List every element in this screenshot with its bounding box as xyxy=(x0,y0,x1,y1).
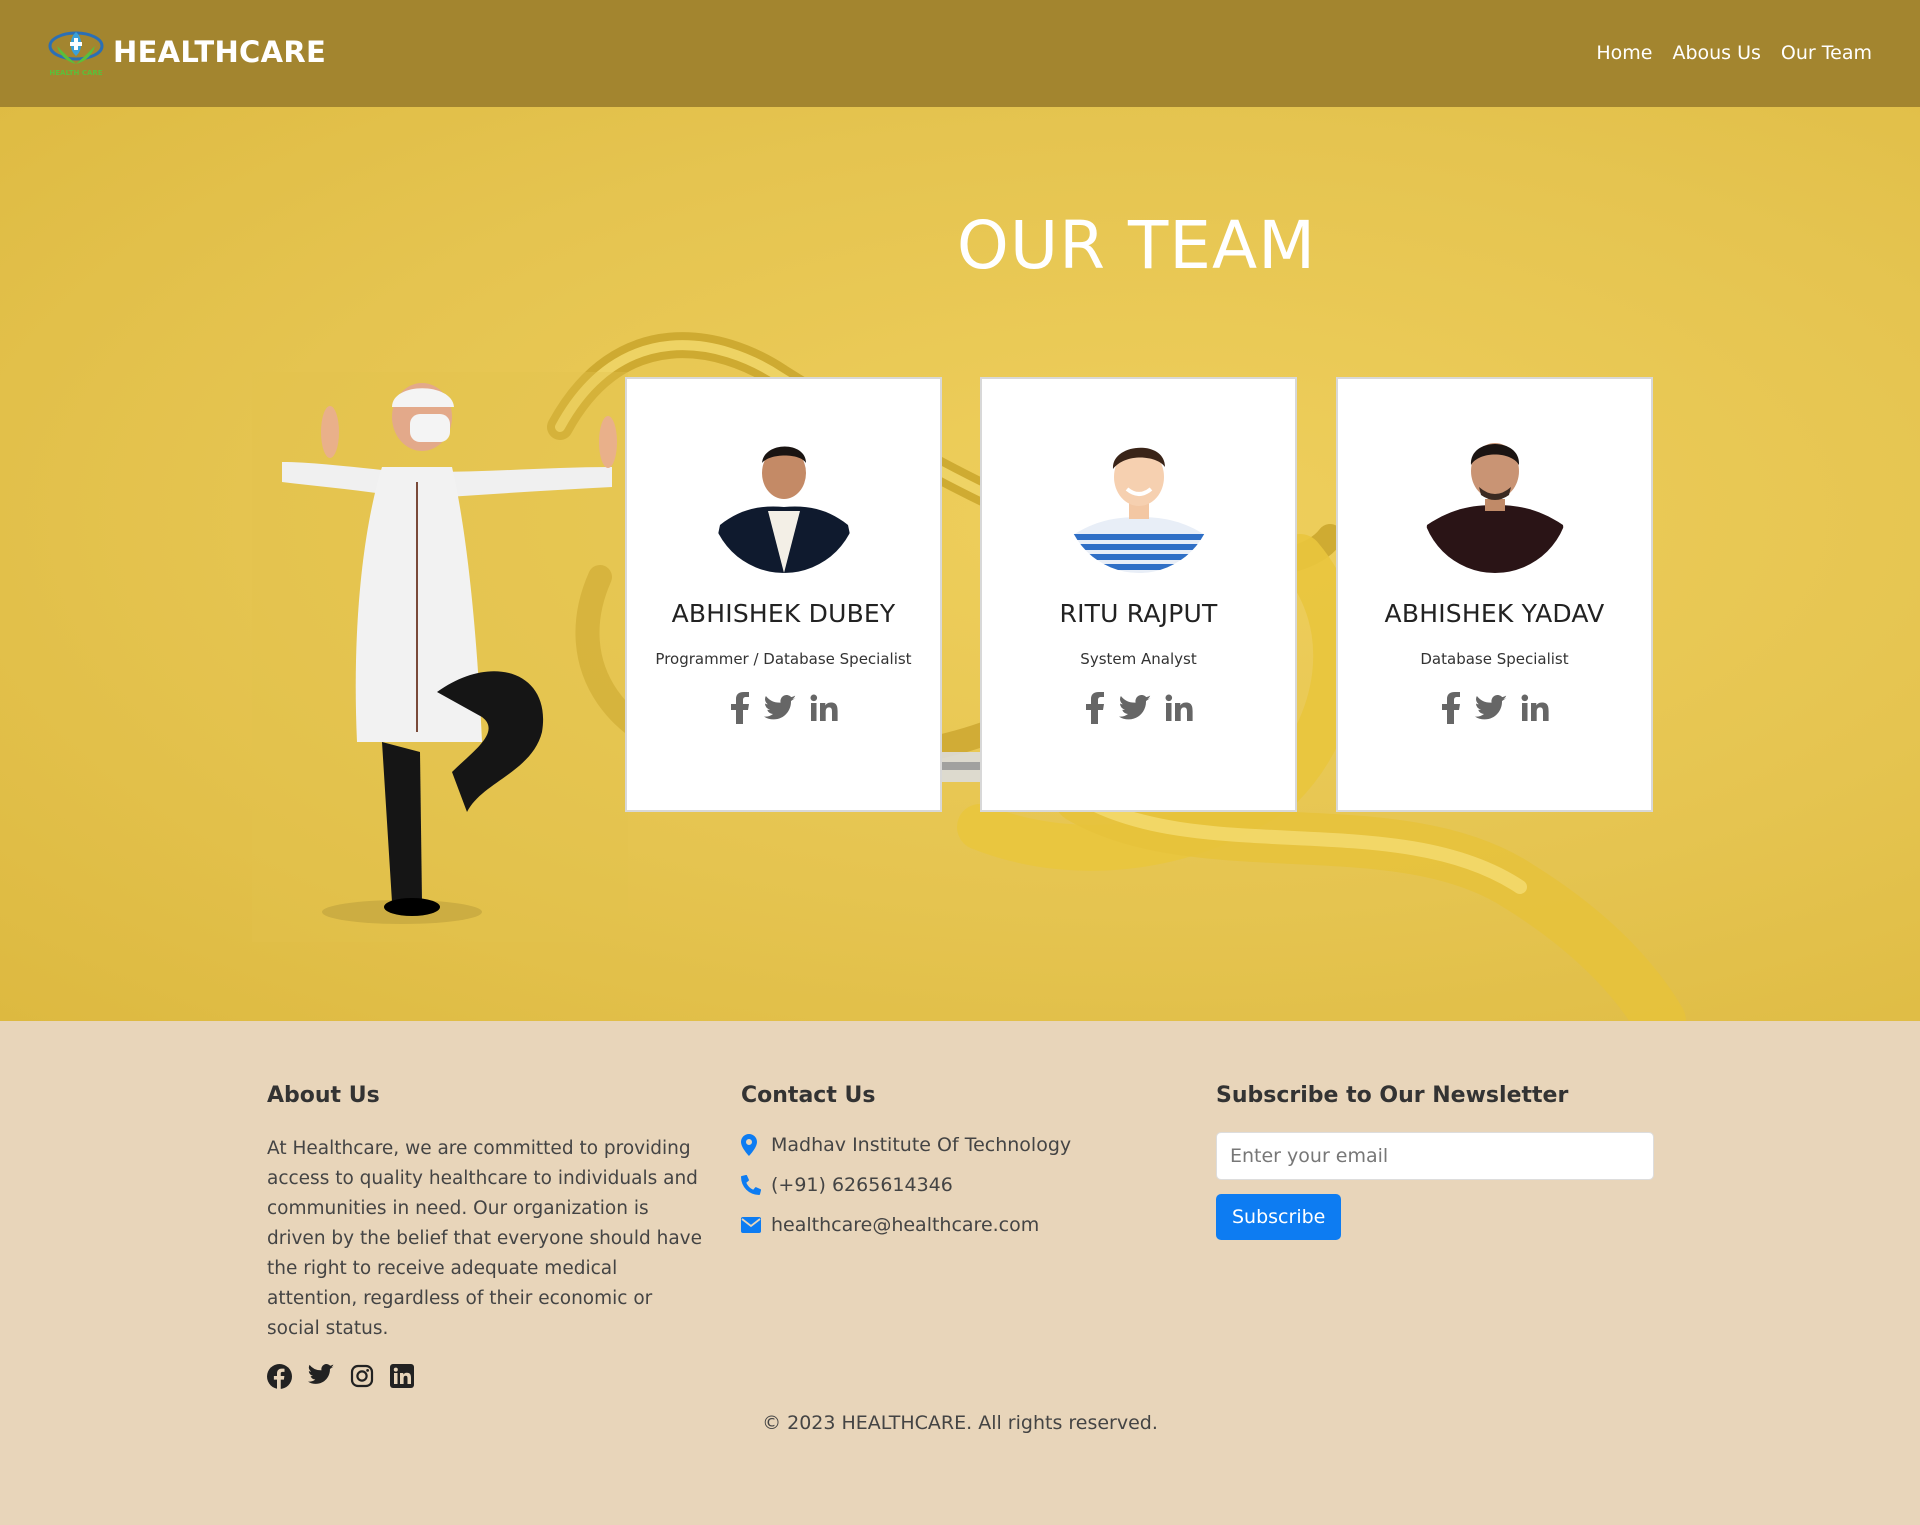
team-card: ABHISHEK DUBEY Programmer / Database Spe… xyxy=(625,377,942,812)
contact-phone: (+91) 6265614346 xyxy=(741,1174,1071,1196)
contact-phone-text[interactable]: (+91) 6265614346 xyxy=(771,1174,953,1196)
footer-newsletter: Subscribe to Our Newsletter Subscribe xyxy=(1216,1083,1654,1240)
member-photo xyxy=(1064,425,1213,573)
member-name: ABHISHEK YADAV xyxy=(1384,599,1605,628)
member-photo xyxy=(709,425,858,573)
linkedin-icon[interactable] xyxy=(810,694,838,722)
member-role: Database Specialist xyxy=(1420,650,1569,668)
contact-email: healthcare@healthcare.com xyxy=(741,1214,1071,1236)
facebook-icon[interactable] xyxy=(1441,692,1461,724)
svg-text:HEALTH CARE: HEALTH CARE xyxy=(49,69,102,77)
linkedin-icon[interactable] xyxy=(390,1364,414,1389)
phone-icon xyxy=(741,1175,771,1195)
footer: About Us At Healthcare, we are committed… xyxy=(0,1021,1920,1525)
nav-links: Home Abous Us Our Team xyxy=(1596,42,1872,64)
healthcare-logo-icon: HEALTH CARE xyxy=(48,31,104,77)
about-text: At Healthcare, we are committed to provi… xyxy=(267,1138,703,1339)
member-photo xyxy=(1420,425,1569,573)
hero-title-text: OUR TEAM xyxy=(956,207,1317,284)
member-role: Programmer / Database Specialist xyxy=(655,650,912,668)
facebook-icon[interactable] xyxy=(267,1364,292,1389)
nav-our-team[interactable]: Our Team xyxy=(1781,42,1872,64)
envelope-icon xyxy=(741,1217,771,1233)
nav-about-us[interactable]: Abous Us xyxy=(1672,42,1760,64)
newsletter-heading: Subscribe to Our Newsletter xyxy=(1216,1083,1569,1108)
twitter-icon[interactable] xyxy=(1118,694,1151,722)
contact-address-text: Madhav Institute Of Technology xyxy=(771,1134,1072,1156)
contact-heading: Contact Us xyxy=(741,1083,876,1108)
newsletter-email-input[interactable] xyxy=(1216,1132,1654,1180)
doctor-dancing-image xyxy=(252,372,628,942)
member-social-links xyxy=(627,690,940,726)
contact-email-text[interactable]: healthcare@healthcare.com xyxy=(771,1214,1039,1236)
instagram-icon[interactable] xyxy=(350,1364,374,1389)
member-role: System Analyst xyxy=(1080,650,1197,668)
linkedin-icon[interactable] xyxy=(1521,694,1549,722)
facebook-icon[interactable] xyxy=(1085,692,1105,724)
contact-address: Madhav Institute Of Technology xyxy=(741,1134,1071,1156)
member-social-links xyxy=(982,690,1295,726)
footer-about: About Us At Healthcare, we are committed… xyxy=(267,1083,707,1389)
twitter-icon[interactable] xyxy=(1474,694,1507,722)
subscribe-button[interactable]: Subscribe xyxy=(1216,1194,1342,1240)
brand[interactable]: HEALTH CARE HEALTHCARE xyxy=(47,24,326,80)
twitter-icon[interactable] xyxy=(308,1364,334,1389)
footer-contact: Contact Us Madhav Institute Of Technolog… xyxy=(741,1083,1071,1236)
facebook-icon[interactable] xyxy=(730,692,750,724)
member-name: RITU RAJPUT xyxy=(1059,599,1218,628)
footer-social-links xyxy=(267,1364,707,1389)
member-social-links xyxy=(1338,690,1651,726)
twitter-icon[interactable] xyxy=(763,694,796,722)
about-heading: About Us xyxy=(267,1083,380,1108)
map-pin-icon xyxy=(741,1134,771,1156)
member-name: ABHISHEK DUBEY xyxy=(671,599,896,628)
copyright-text: © 2023 HEALTHCARE. All rights reserved. xyxy=(762,1412,1158,1434)
linkedin-icon[interactable] xyxy=(1165,694,1193,722)
navbar: HEALTH CARE HEALTHCARE Home Abous Us Our… xyxy=(0,0,1920,107)
nav-home[interactable]: Home xyxy=(1596,42,1652,64)
hero-title: OUR TEAM xyxy=(0,207,1920,284)
team-card: ABHISHEK YADAV Database Specialist xyxy=(1336,377,1653,812)
team-card: RITU RAJPUT System Analyst xyxy=(980,377,1297,812)
team-hero: OUR TEAM ABHISHEK DUBEY Programmer / Dat… xyxy=(0,107,1920,1021)
brand-name: HEALTHCARE xyxy=(113,35,327,69)
